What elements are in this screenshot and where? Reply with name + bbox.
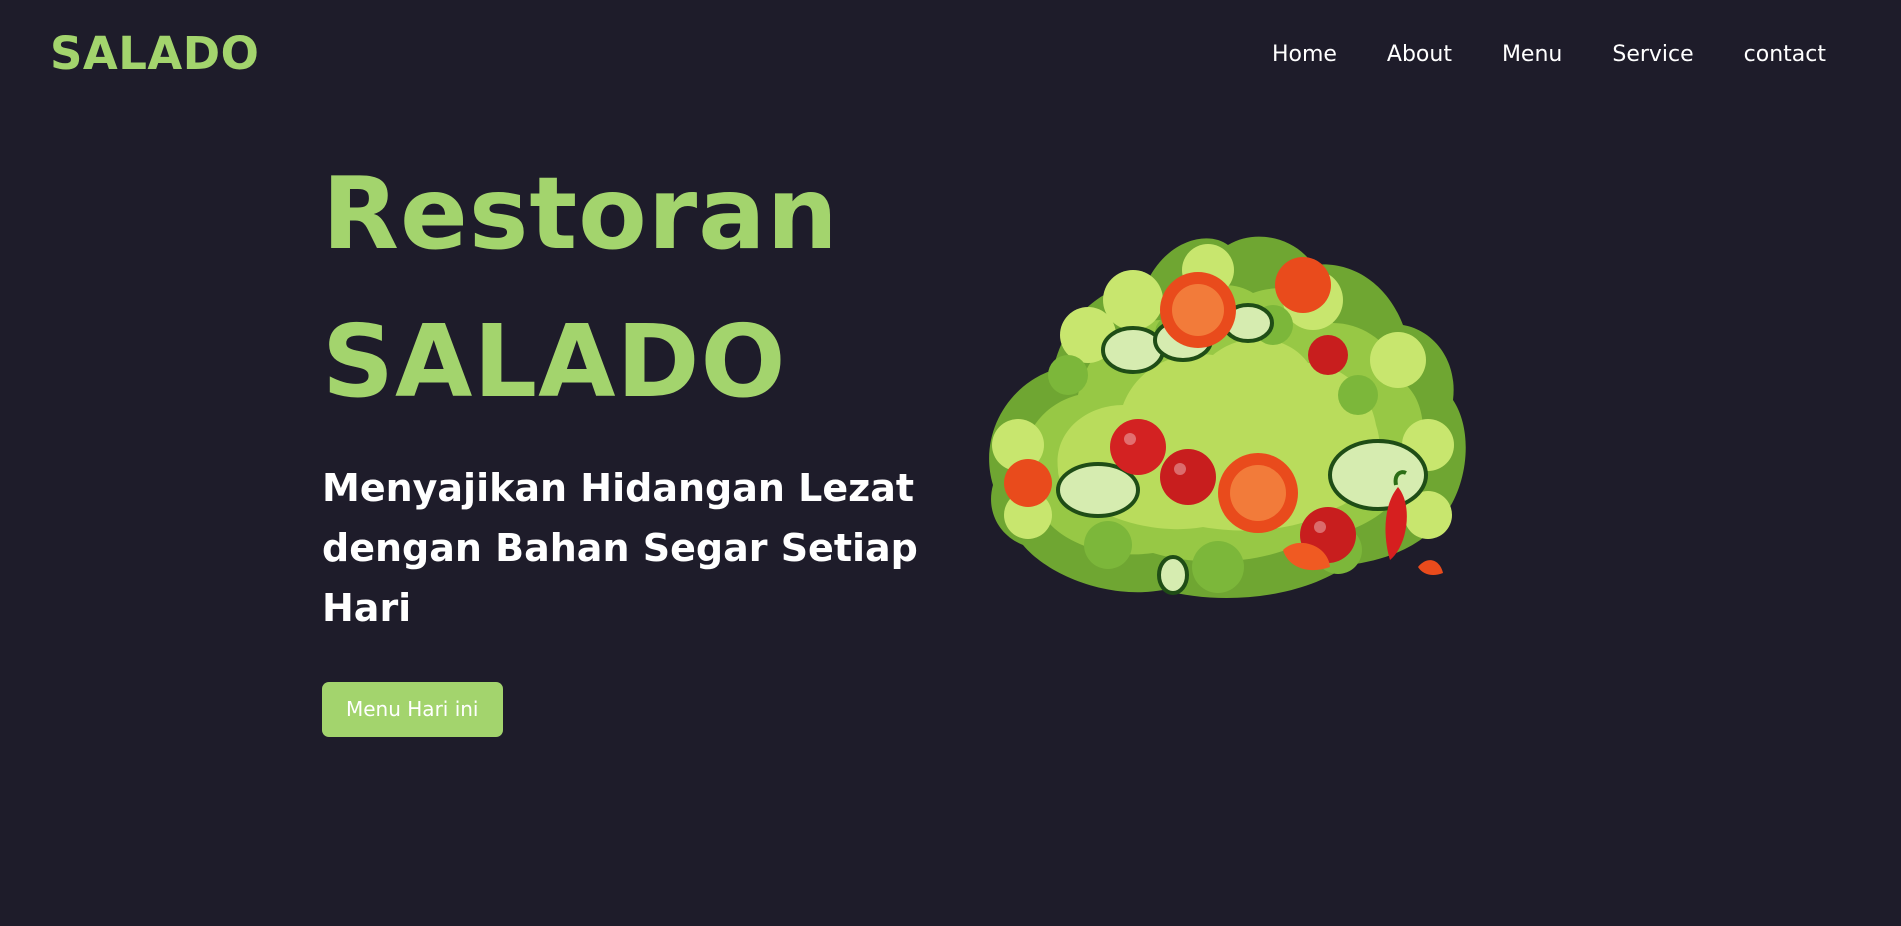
nav-link-home[interactable]: Home	[1272, 42, 1337, 67]
hero-title: Restoran SALADO	[322, 140, 942, 436]
hero-section: Restoran SALADO Menyajikan Hidangan Leza…	[322, 140, 942, 737]
nav-link-contact[interactable]: contact	[1744, 42, 1826, 67]
page: SALADO Home About Menu Service contact R…	[0, 0, 1901, 926]
salad-bowl-illustration	[989, 236, 1466, 598]
menu-hari-ini-button[interactable]: Menu Hari ini	[322, 682, 503, 737]
navbar: SALADO Home About Menu Service contact	[0, 0, 1901, 110]
nav-link-service[interactable]: Service	[1612, 42, 1693, 67]
nav-item-service: Service	[1612, 40, 1693, 70]
nav-item-contact: contact	[1744, 40, 1826, 70]
nav-item-home: Home	[1272, 40, 1337, 70]
hero-title-line-1: Restoran	[322, 155, 839, 272]
nav-item-menu: Menu	[1502, 40, 1562, 70]
nav-link-menu[interactable]: Menu	[1502, 42, 1562, 67]
brand-logo[interactable]: SALADO	[50, 26, 259, 82]
hero-title-line-2: SALADO	[322, 303, 787, 420]
hero-subtitle: Menyajikan Hidangan Lezat dengan Bahan S…	[322, 466, 918, 630]
nav-link-about[interactable]: About	[1387, 42, 1452, 67]
nav-item-about: About	[1387, 40, 1452, 70]
nav-menu: Home About Menu Service contact	[1272, 40, 1826, 70]
